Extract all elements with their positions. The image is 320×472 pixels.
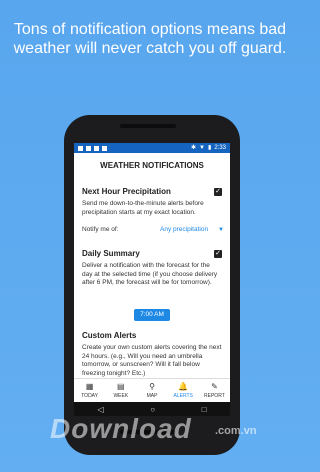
image-icon (94, 145, 99, 151)
chevron-down-icon: ▼ (218, 227, 224, 233)
nav-map[interactable]: ⚲ MAP (136, 379, 167, 402)
nav-report[interactable]: ✎ REPORT (199, 379, 230, 402)
battery-icon: ▮ (208, 145, 212, 151)
bell-icon: 🔔 (178, 382, 189, 391)
page-title: WEATHER NOTIFICATIONS (100, 161, 204, 170)
status-time: 2:33 (214, 145, 226, 151)
daily-title: Daily Summary (82, 249, 140, 258)
screen: ✱ ▼ ▮ 2:33 WEATHER NOTIFICATIONS Next Ho… (74, 143, 230, 402)
calendar-week-icon: ▤ (117, 382, 125, 391)
download-icon (86, 145, 91, 151)
bottom-nav: ▦ TODAY ▤ WEEK ⚲ MAP 🔔 ALERTS ✎ REPORT (74, 378, 230, 402)
calendar-icon: ▦ (85, 382, 94, 391)
nav-week-label: WEEK (113, 393, 129, 399)
nav-today-label: TODAY (81, 393, 98, 399)
nav-map-label: MAP (146, 393, 158, 399)
notify-label: Notify me of: (82, 226, 119, 233)
nav-week[interactable]: ▤ WEEK (105, 379, 136, 402)
custom-desc: Create your own custom alerts covering t… (82, 344, 222, 377)
headline: Tons of notification options means bad w… (13, 21, 287, 57)
notification-icon (78, 145, 83, 151)
status-bar: ✱ ▼ ▮ 2:33 (74, 143, 230, 153)
notify-select[interactable]: Any precipitation (160, 226, 208, 233)
nav-report-label: REPORT (204, 393, 225, 399)
custom-title: Custom Alerts (82, 331, 137, 340)
status-icons-left (78, 145, 107, 151)
pencil-icon: ✎ (211, 382, 218, 391)
map-pin-icon: ⚲ (149, 382, 155, 391)
status-icons-right: ✱ ▼ ▮ 2:33 (191, 143, 226, 153)
recents-icon[interactable]: □ (202, 405, 207, 414)
precip-checkbox[interactable]: ✓ (214, 188, 222, 196)
signal-icon: ▼ (199, 145, 205, 151)
nav-today[interactable]: ▦ TODAY (74, 379, 105, 402)
top-speaker (120, 124, 176, 128)
time-button[interactable]: 7:00 AM (134, 309, 170, 321)
daily-desc: Deliver a notification with the forecast… (82, 262, 218, 286)
watermark: Download (50, 413, 192, 444)
bluetooth-icon: ✱ (191, 145, 197, 151)
precip-title: Next Hour Precipitation (82, 187, 171, 196)
nav-alerts-label: ALERTS (173, 393, 193, 399)
precip-desc: Send me down-to-the-minute alerts before… (82, 200, 204, 216)
image-icon-2 (102, 145, 107, 151)
daily-checkbox[interactable]: ✓ (214, 250, 222, 258)
watermark-domain: .com.vn (215, 425, 257, 437)
nav-alerts[interactable]: 🔔 ALERTS (168, 379, 199, 402)
